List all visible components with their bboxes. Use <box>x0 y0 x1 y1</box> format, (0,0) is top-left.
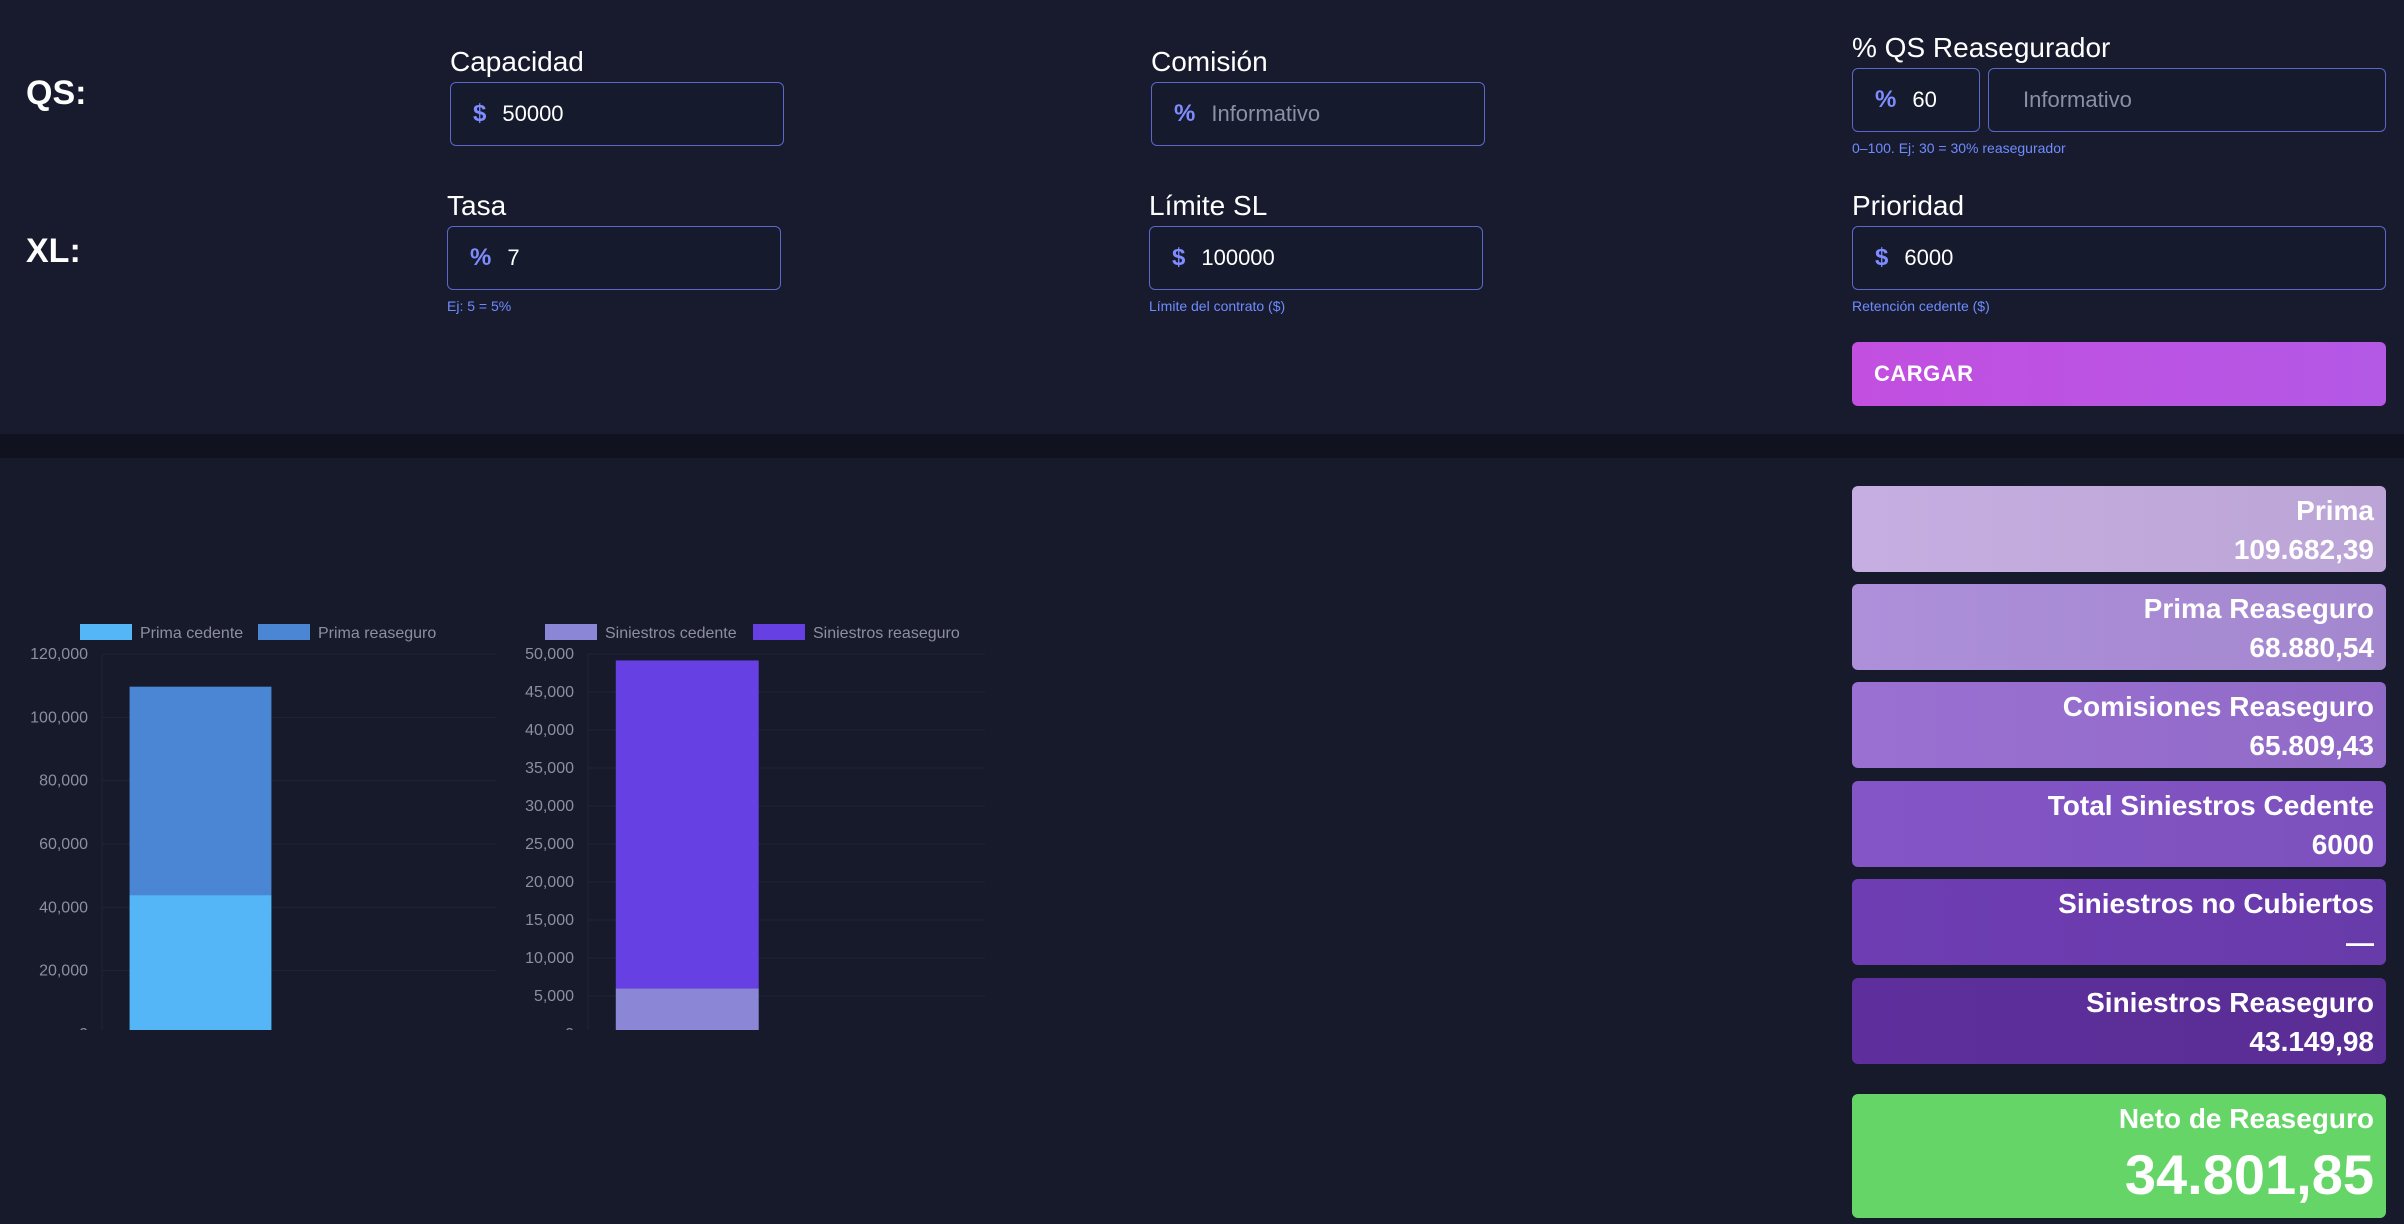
legend-label: Prima cedente <box>140 625 243 642</box>
section-divider <box>0 434 2404 458</box>
prioridad-input[interactable]: $ 6000 <box>1852 226 2386 290</box>
y-tick-label: 50,000 <box>525 646 574 663</box>
result-card-value: 43.149,98 <box>2249 1026 2374 1057</box>
tasa-label: Tasa <box>447 190 507 221</box>
qs-reasegurador-info-placeholder: Informativo <box>2023 87 2132 112</box>
result-card: Prima Reaseguro 68.880,54 <box>1852 584 2386 670</box>
limite-sl-label: Límite SL <box>1149 190 1268 221</box>
legend-swatch <box>753 624 805 640</box>
xl-row-label: XL: <box>26 232 81 270</box>
y-tick-label: 20,000 <box>39 963 88 980</box>
qs-reasegurador-value: 60 <box>1912 87 1937 112</box>
prioridad-hint: Retención cedente ($) <box>1852 298 1990 314</box>
result-card: Prima 109.682,39 <box>1852 486 2386 572</box>
charts-area: Prima cedente Prima reaseguro 0 20,000 40,00… <box>30 624 985 1030</box>
dollar-icon: $ <box>473 100 487 127</box>
qs-reasegurador-info-input[interactable]: Informativo <box>1988 68 2386 132</box>
y-tick-label: 0 <box>79 1026 88 1030</box>
legend-label: Siniestros cedente <box>605 625 737 642</box>
result-card-value: 68.880,54 <box>2249 632 2374 663</box>
capacidad-value: 50000 <box>502 101 564 126</box>
result-card: Siniestros no Cubiertos — <box>1852 879 2386 965</box>
y-tick-label: 100,000 <box>30 709 88 726</box>
y-tick-label: 35,000 <box>525 760 574 777</box>
y-tick-label: 0 <box>565 1026 574 1030</box>
dollar-icon: $ <box>1875 244 1889 271</box>
limite-sl-hint: Límite del contrato ($) <box>1149 298 1286 314</box>
y-tick-label: 80,000 <box>39 773 88 790</box>
y-tick-label: 20,000 <box>525 874 574 891</box>
bar <box>615 660 759 989</box>
legend-swatch <box>545 624 597 640</box>
cargar-button[interactable]: CARGAR <box>1852 342 2386 406</box>
qs-row-label: QS: <box>26 74 87 112</box>
result-card: Comisiones Reaseguro 65.809,43 <box>1852 682 2386 768</box>
y-tick-label: 15,000 <box>525 912 574 929</box>
percent-icon: % <box>1174 100 1196 127</box>
capacidad-label: Capacidad <box>450 46 584 77</box>
result-card-title: Siniestros no Cubiertos <box>2058 888 2374 919</box>
result-card: Siniestros Reaseguro 43.149,98 <box>1852 978 2386 1064</box>
result-card-title: Prima Reaseguro <box>2143 593 2374 624</box>
result-card-value: 109.682,39 <box>2233 534 2374 565</box>
tasa-input[interactable]: % 7 <box>447 226 781 290</box>
result-card-value: 65.809,43 <box>2249 730 2374 761</box>
result-card-title: Total Siniestros Cedente <box>2047 790 2374 821</box>
percent-icon: % <box>1875 86 1897 113</box>
y-tick-label: 45,000 <box>525 684 574 701</box>
bar <box>615 988 759 1030</box>
result-card-title: Siniestros Reaseguro <box>2086 987 2374 1018</box>
capacidad-input[interactable]: $ 50000 <box>450 82 784 146</box>
neto-reaseguro-title: Neto de Reaseguro <box>2118 1103 2374 1134</box>
qs-reasegurador-label: % QS Reasegurador <box>1852 32 2111 63</box>
y-tick-label: 10,000 <box>525 950 574 967</box>
result-card-value: — <box>2346 927 2374 958</box>
qs-reasegurador-hint: 0–100. Ej: 30 = 30% reasegurador <box>1852 140 2066 156</box>
percent-icon: % <box>470 244 492 271</box>
result-card: Total Siniestros Cedente 6000 <box>1852 781 2386 867</box>
tasa-hint: Ej: 5 = 5% <box>447 298 512 314</box>
neto-reaseguro-value: 34.801,85 <box>2124 1143 2374 1206</box>
y-tick-label: 40,000 <box>39 899 88 916</box>
y-tick-label: 5,000 <box>534 988 574 1005</box>
prioridad-label: Prioridad <box>1852 190 1965 221</box>
comision-placeholder: Informativo <box>1211 101 1321 126</box>
bar <box>129 895 272 1030</box>
dollar-icon: $ <box>1172 244 1186 271</box>
comision-input[interactable]: % Informativo <box>1151 82 1485 146</box>
legend-swatch <box>80 624 132 640</box>
limite-sl-input[interactable]: $ 100000 <box>1149 226 1483 290</box>
result-card-title: Comisiones Reaseguro <box>2062 691 2374 722</box>
limite-sl-value: 100000 <box>1201 245 1275 270</box>
neto-reaseguro-card: Neto de Reaseguro 34.801,85 <box>1852 1094 2386 1218</box>
y-tick-label: 25,000 <box>525 836 574 853</box>
qs-reasegurador-input[interactable]: % 60 <box>1852 68 1980 132</box>
prioridad-value: 6000 <box>1904 245 1954 270</box>
y-tick-label: 40,000 <box>525 722 574 739</box>
tasa-value: 7 <box>507 245 520 270</box>
legend-swatch <box>258 624 310 640</box>
y-tick-label: 30,000 <box>525 798 574 815</box>
result-card-title: Prima <box>2296 495 2374 526</box>
y-tick-label: 120,000 <box>30 646 88 663</box>
legend-label: Prima reaseguro <box>318 625 436 642</box>
legend-label: Siniestros reaseguro <box>813 625 960 642</box>
bar <box>129 686 272 896</box>
result-card-value: 6000 <box>2311 829 2374 860</box>
y-tick-label: 60,000 <box>39 836 88 853</box>
comision-label: Comisión <box>1151 46 1268 77</box>
